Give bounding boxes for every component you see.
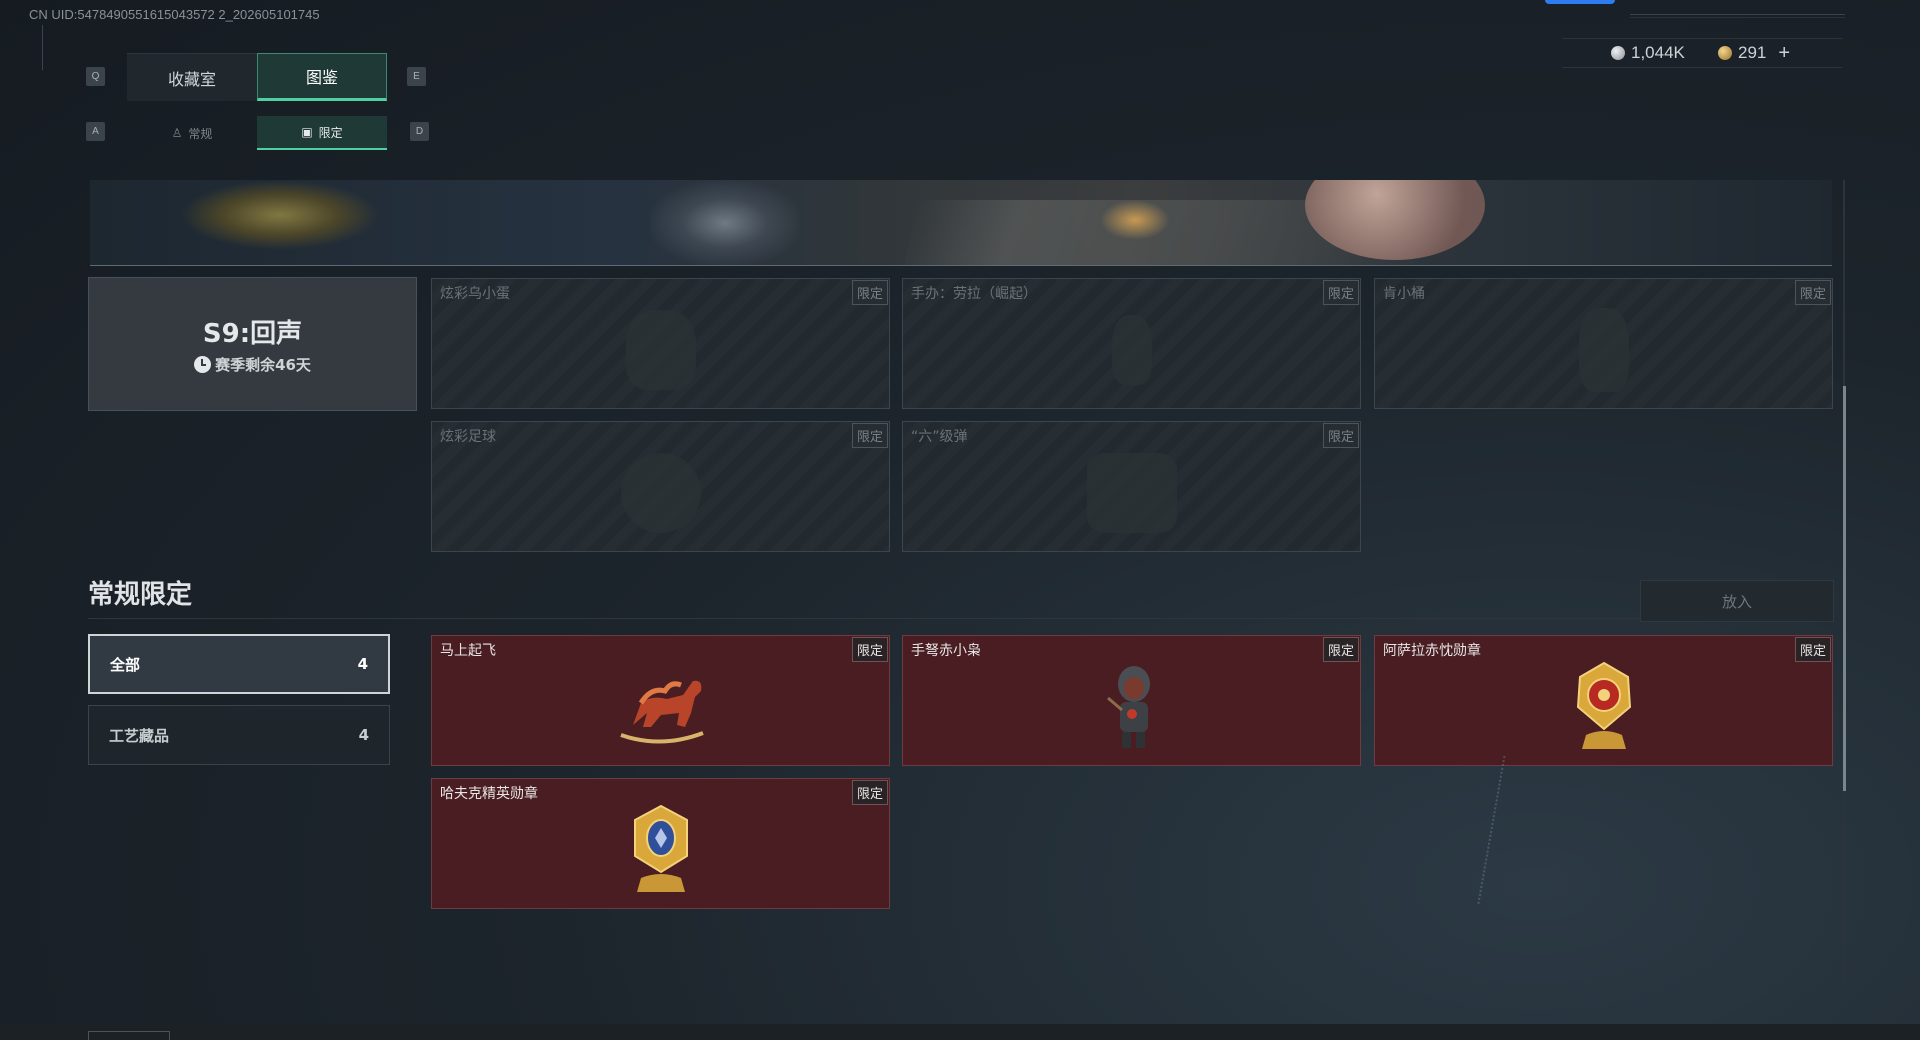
season-banner xyxy=(90,180,1832,266)
blue-medal-icon xyxy=(633,804,688,892)
gold-medal-icon xyxy=(1576,661,1631,749)
side-decoration xyxy=(42,25,52,70)
limited-tag: 限定 xyxy=(851,280,888,305)
limited-tag: 限定 xyxy=(1322,280,1359,305)
season-item-card[interactable]: 手办：劳拉（崛起） 限定 xyxy=(902,278,1361,409)
top-accent-tab[interactable] xyxy=(1545,0,1615,4)
background-crack xyxy=(1477,755,1563,915)
clock-icon xyxy=(194,356,212,373)
tab-limited[interactable]: ▣ 限定 xyxy=(257,116,387,150)
season-title: S9:回声 xyxy=(202,319,303,349)
bottom-bar xyxy=(0,1024,1920,1040)
item-name: 炫彩乌小蛋 xyxy=(440,286,510,302)
limited-tag: 限定 xyxy=(1322,637,1359,662)
season-remaining: 赛季剩余46天 xyxy=(194,354,311,375)
uid-label: CN UID:5478490551615043572 2_20260510174… xyxy=(29,7,320,22)
key-hint-a: A xyxy=(86,122,105,141)
season-remaining-text: 赛季剩余46天 xyxy=(215,356,311,374)
image-icon: ▣ xyxy=(301,125,313,139)
football-silhouette-icon xyxy=(620,452,701,533)
collection-item-card[interactable]: 哈夫克精英勋章 限定 xyxy=(431,778,890,909)
item-name: 哈夫克精英勋章 xyxy=(440,786,538,802)
bottom-tab[interactable] xyxy=(88,1031,170,1040)
egg-bird-silhouette-icon xyxy=(625,309,696,390)
item-name: 手办：劳拉（崛起） xyxy=(911,286,1037,302)
item-name: 炫彩足球 xyxy=(440,429,496,445)
collection-item-card[interactable]: 手弩赤小枭 限定 xyxy=(902,635,1361,766)
item-name: 肯小桶 xyxy=(1383,286,1425,302)
tab-regular[interactable]: ♙ 常规 xyxy=(127,116,257,150)
key-hint-d: D xyxy=(410,122,429,141)
limited-tag: 限定 xyxy=(1794,280,1831,305)
key-hint-q: Q xyxy=(86,67,105,86)
bullets-silhouette-icon xyxy=(1086,452,1177,533)
tab-limited-label: 限定 xyxy=(318,125,343,140)
silver-coin-icon xyxy=(1611,46,1625,60)
limited-tag: 限定 xyxy=(851,423,888,448)
collection-item-card[interactable]: 马上起飞 限定 xyxy=(431,635,890,766)
item-name: 阿萨拉赤忱勋章 xyxy=(1383,643,1481,659)
gold-currency: 291 + xyxy=(1718,38,1790,68)
scrollbar-thumb[interactable] xyxy=(1843,386,1846,791)
rocking-horse-icon xyxy=(619,680,704,744)
section-divider xyxy=(88,618,1832,619)
item-name: 马上起飞 xyxy=(440,643,496,659)
limited-tag: 限定 xyxy=(851,780,888,805)
collection-item-card[interactable]: 阿萨拉赤忱勋章 限定 xyxy=(1374,635,1833,766)
filter-label: 全部 xyxy=(110,655,141,674)
filter-craft-collectibles[interactable]: 工艺藏品 4 xyxy=(88,705,390,765)
filter-count: 4 xyxy=(358,726,369,744)
add-currency-button[interactable]: + xyxy=(1778,42,1790,65)
season-info-card: S9:回声 赛季剩余46天 xyxy=(88,277,417,411)
bucket-silhouette-icon xyxy=(1578,307,1629,392)
item-name: “六”级弹 xyxy=(911,429,968,445)
season-item-card[interactable]: 炫彩乌小蛋 限定 xyxy=(431,278,890,409)
tab-catalog[interactable]: 图鉴 xyxy=(257,53,387,101)
section-title: 常规限定 xyxy=(88,580,193,610)
season-item-card[interactable]: “六”级弹 限定 xyxy=(902,421,1361,552)
gold-amount: 291 xyxy=(1738,43,1767,62)
limited-tag: 限定 xyxy=(851,637,888,662)
currency-frame xyxy=(1562,38,1842,68)
filter-label: 工艺藏品 xyxy=(109,726,170,745)
top-divider xyxy=(1630,14,1845,18)
place-button[interactable]: 放入 xyxy=(1640,580,1834,622)
tab-regular-label: 常规 xyxy=(188,126,213,141)
filter-all[interactable]: 全部 4 xyxy=(88,634,390,694)
filter-count: 4 xyxy=(357,655,368,673)
item-name: 手弩赤小枭 xyxy=(911,643,981,659)
limited-tag: 限定 xyxy=(1322,423,1359,448)
season-item-card[interactable]: 炫彩足球 限定 xyxy=(431,421,890,552)
hooded-figure-icon xyxy=(1106,665,1150,748)
limited-tag: 限定 xyxy=(1794,637,1831,662)
tab-collection-room[interactable]: 收藏室 xyxy=(127,53,257,101)
trophy-icon: ♙ xyxy=(171,126,183,140)
silver-currency: 1,044K xyxy=(1611,38,1685,68)
season-item-card[interactable]: 肯小桶 限定 xyxy=(1374,278,1833,409)
figure-silhouette-icon xyxy=(1111,314,1152,385)
gold-coin-icon xyxy=(1718,46,1732,60)
silver-amount: 1,044K xyxy=(1631,43,1685,62)
key-hint-e: E xyxy=(407,67,426,86)
